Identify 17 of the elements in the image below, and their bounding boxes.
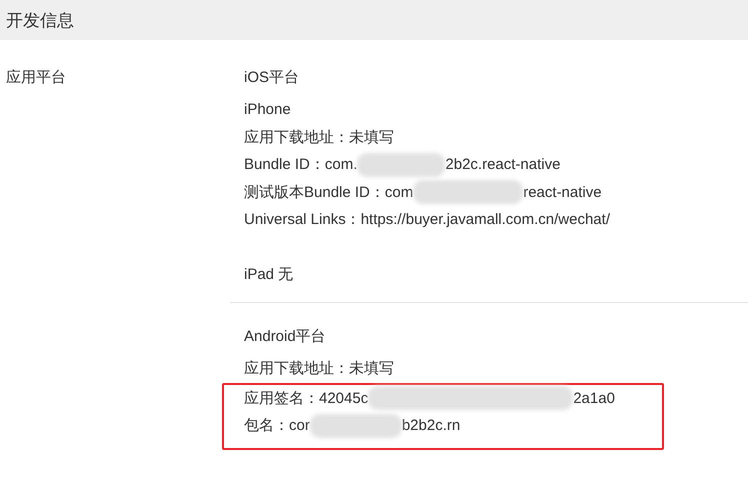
device-name: iPad 无 <box>243 264 294 284</box>
info-text: b2b2c.rn <box>402 416 460 436</box>
info-text: react-native <box>523 182 602 202</box>
info-text: 包名：cor <box>244 416 310 436</box>
info-text: Universal Links：https://buyer.javamall.com.cn/wechat/ <box>244 210 610 230</box>
platform-title: Android平台 <box>243 327 327 347</box>
section-title: 开发信息 <box>6 10 74 32</box>
info-text: 应用下载地址：未填写 <box>244 128 394 148</box>
info-text: 2b2c.react-native <box>445 155 560 175</box>
platform-title: iOS平台 <box>243 68 300 88</box>
info-text: Bundle ID：com. <box>244 155 358 175</box>
info-text: 2a1a0 <box>573 388 615 408</box>
info-text: 测试版本Bundle ID：com <box>244 182 414 202</box>
field-label: 应用平台 <box>5 68 67 88</box>
info-text: 应用下载地址：未填写 <box>244 359 394 379</box>
device-name: iPhone <box>243 100 292 120</box>
info-text: 应用签名：42045c <box>244 388 368 408</box>
